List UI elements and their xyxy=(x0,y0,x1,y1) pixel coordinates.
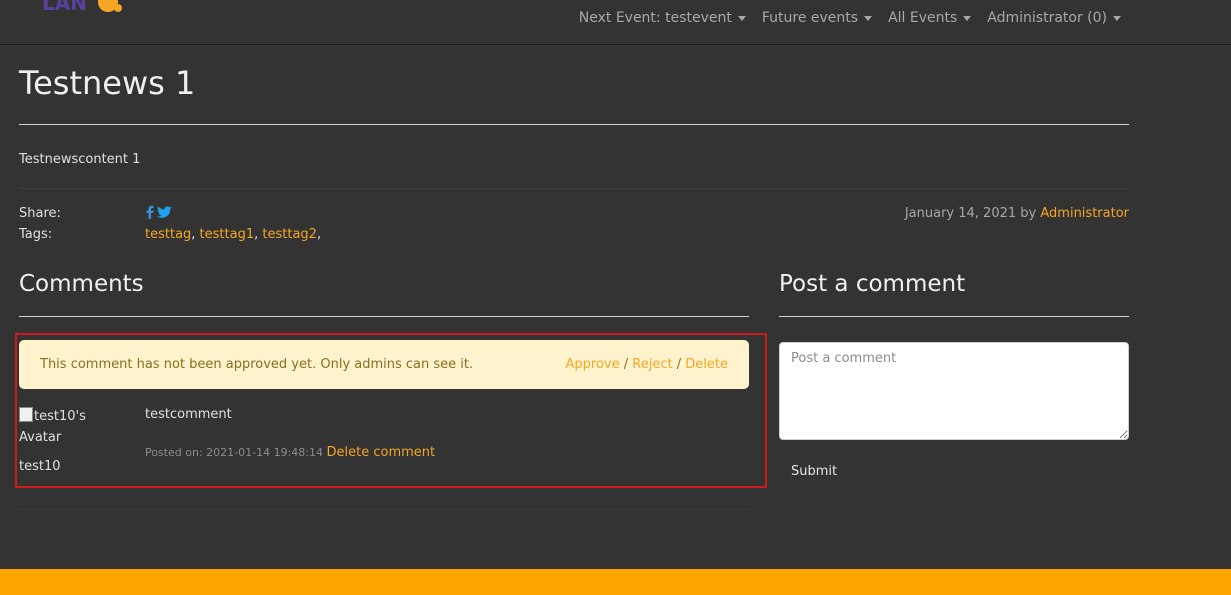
comment-meta: Posted on: 2021-01-14 19:48:14 Delete co… xyxy=(145,445,435,460)
nav-menu: Next Event: testevent Future events All … xyxy=(579,10,1121,26)
tag-link[interactable]: testtag2 xyxy=(262,227,317,242)
posted-on-timestamp: Posted on: 2021-01-14 19:48:14 xyxy=(145,446,323,459)
tag-separator: , xyxy=(316,227,322,242)
by-label: by xyxy=(1020,206,1037,221)
unapproved-alert: This comment has not been approved yet. … xyxy=(19,340,749,389)
chevron-down-icon xyxy=(864,16,873,21)
comments-heading: Comments xyxy=(19,271,144,297)
share-label: Share: xyxy=(19,206,61,221)
chevron-down-icon xyxy=(737,16,746,21)
action-separator: / xyxy=(676,357,682,372)
comment-text: testcomment xyxy=(145,407,232,422)
comments-bottom-divider xyxy=(19,509,749,510)
news-content: Testnewscontent 1 xyxy=(19,152,141,167)
nav-administrator-dropdown[interactable]: Administrator (0) xyxy=(987,10,1121,26)
commenter-name: test10 xyxy=(19,459,61,474)
chevron-down-icon xyxy=(963,16,972,21)
author-link[interactable]: Administrator xyxy=(1040,206,1129,221)
post-comment-heading: Post a comment xyxy=(779,271,966,297)
title-divider xyxy=(19,124,1129,125)
reject-link[interactable]: Reject xyxy=(632,357,672,372)
content-divider xyxy=(19,188,1129,189)
tag-link[interactable]: testtag1 xyxy=(200,227,255,242)
nav-next-event-dropdown[interactable]: Next Event: testevent xyxy=(579,10,746,26)
tag-list: testtag, testtag1, testtag2, xyxy=(145,227,321,242)
nav-all-events-dropdown[interactable]: All Events xyxy=(888,10,972,26)
tags-label: Tags: xyxy=(19,227,53,242)
approve-link[interactable]: Approve xyxy=(566,357,620,372)
svg-text:LAN: LAN xyxy=(42,0,87,14)
broken-image-icon xyxy=(19,407,33,422)
top-navbar: LAN Next Event: testevent Future events … xyxy=(0,0,1231,45)
comments-divider xyxy=(19,316,749,317)
delete-comment-link[interactable]: Delete comment xyxy=(327,445,436,460)
twitter-icon[interactable] xyxy=(157,205,172,223)
comment-textarea[interactable] xyxy=(779,342,1129,440)
moderation-actions: Approve / Reject / Delete xyxy=(566,357,728,372)
alert-message: This comment has not been approved yet. … xyxy=(40,357,474,372)
delete-link[interactable]: Delete xyxy=(685,357,728,372)
tag-separator: , xyxy=(191,227,200,242)
nav-administrator-label: Administrator (0) xyxy=(987,10,1107,26)
nav-future-events-dropdown[interactable]: Future events xyxy=(761,10,873,26)
tag-link[interactable]: testtag xyxy=(145,227,191,242)
post-comment-divider xyxy=(779,316,1129,317)
nav-future-events-label: Future events xyxy=(761,10,859,26)
post-meta: January 14, 2021 by Administrator xyxy=(905,206,1129,221)
site-logo[interactable]: LAN xyxy=(38,0,128,14)
submit-button[interactable]: Submit xyxy=(779,458,849,485)
nav-all-events-label: All Events xyxy=(888,10,958,26)
facebook-icon[interactable] xyxy=(145,205,154,223)
post-date: January 14, 2021 xyxy=(904,206,1017,221)
page-title: Testnews 1 xyxy=(19,64,196,102)
footer-bar xyxy=(0,569,1231,595)
chevron-down-icon xyxy=(1113,16,1121,21)
action-separator: / xyxy=(623,357,629,372)
share-icons xyxy=(145,205,172,223)
avatar: test10's Avatar xyxy=(19,406,129,448)
nav-next-event-label: Next Event: testevent xyxy=(578,10,732,26)
